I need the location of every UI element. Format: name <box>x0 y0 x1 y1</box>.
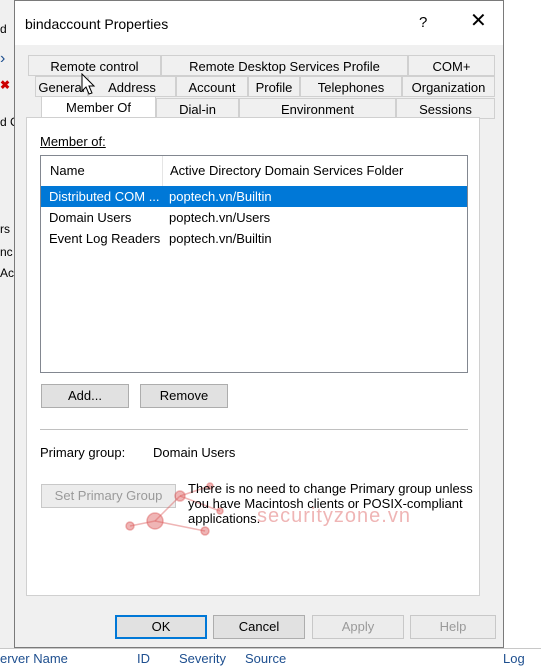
help-icon[interactable]: ? <box>419 14 427 31</box>
bg-error-icon: ✖ <box>0 78 11 92</box>
tab-telephones[interactable]: Telephones <box>300 76 402 97</box>
dialog-title: bindaccount Properties <box>25 16 169 32</box>
watermark-text: securityzone.vn <box>257 505 411 527</box>
mouse-cursor-icon <box>81 73 96 95</box>
ok-button[interactable]: OK <box>115 615 207 639</box>
tab-remote-desktop-services-profile[interactable]: Remote Desktop Services Profile <box>161 55 408 76</box>
bg-fragment: rs <box>0 222 10 236</box>
group-folder: poptech.vn/Builtin <box>169 189 272 204</box>
background-window-left: d › ✖ d C rs nc Ac <box>0 0 19 666</box>
tab-sessions[interactable]: Sessions <box>396 98 495 119</box>
tab-address[interactable]: Address <box>88 76 176 97</box>
member-of-label: Member of: <box>40 134 106 149</box>
bg-column-severity[interactable]: Severity <box>179 651 226 666</box>
tab-organization[interactable]: Organization <box>402 76 495 97</box>
bg-column-log[interactable]: Log <box>503 651 525 666</box>
cancel-button[interactable]: Cancel <box>213 615 305 639</box>
list-item[interactable]: Event Log Readers poptech.vn/Builtin <box>41 228 467 249</box>
group-name: Domain Users <box>49 210 132 225</box>
list-item[interactable]: Distributed COM ... poptech.vn/Builtin <box>41 186 467 207</box>
bg-column-source[interactable]: Source <box>245 651 286 666</box>
member-of-list[interactable]: Name Active Directory Domain Services Fo… <box>40 155 468 373</box>
help-button[interactable]: Help <box>410 615 496 639</box>
bg-fragment: nc <box>0 245 13 259</box>
list-item[interactable]: Domain Users poptech.vn/Users <box>41 207 467 228</box>
bg-fragment: d <box>0 22 7 36</box>
background-window-right <box>504 0 541 648</box>
primary-group-label: Primary group: <box>40 445 126 460</box>
close-icon[interactable]: ✕ <box>470 11 487 31</box>
column-header-name[interactable]: Name <box>50 156 85 186</box>
group-folder: poptech.vn/Users <box>169 210 271 225</box>
add-button[interactable]: Add... <box>41 384 129 408</box>
group-folder: poptech.vn/Builtin <box>169 231 272 246</box>
remove-button[interactable]: Remove <box>140 384 228 408</box>
primary-group-value: Domain Users <box>153 445 236 460</box>
tab-environment[interactable]: Environment <box>239 98 396 119</box>
group-name: Event Log Readers <box>49 231 161 246</box>
group-name: Distributed COM ... <box>49 189 160 204</box>
section-divider <box>40 429 468 430</box>
tab-profile[interactable]: Profile <box>248 76 300 97</box>
background-event-columns: erver Name ID Severity Source Log <box>0 648 541 667</box>
title-bar[interactable]: bindaccount Properties ? ✕ <box>15 1 503 45</box>
column-divider[interactable] <box>162 156 163 186</box>
tab-com-plus[interactable]: COM+ <box>408 55 495 76</box>
bg-arrow-icon: › <box>0 50 6 67</box>
bg-column-id[interactable]: ID <box>137 651 150 666</box>
bg-fragment: Ac <box>0 266 15 280</box>
bg-column-server-name[interactable]: erver Name <box>0 651 68 666</box>
tab-dial-in[interactable]: Dial-in <box>156 98 239 119</box>
tab-account[interactable]: Account <box>176 76 248 97</box>
apply-button[interactable]: Apply <box>312 615 404 639</box>
column-header-folder[interactable]: Active Directory Domain Services Folder <box>170 156 403 186</box>
